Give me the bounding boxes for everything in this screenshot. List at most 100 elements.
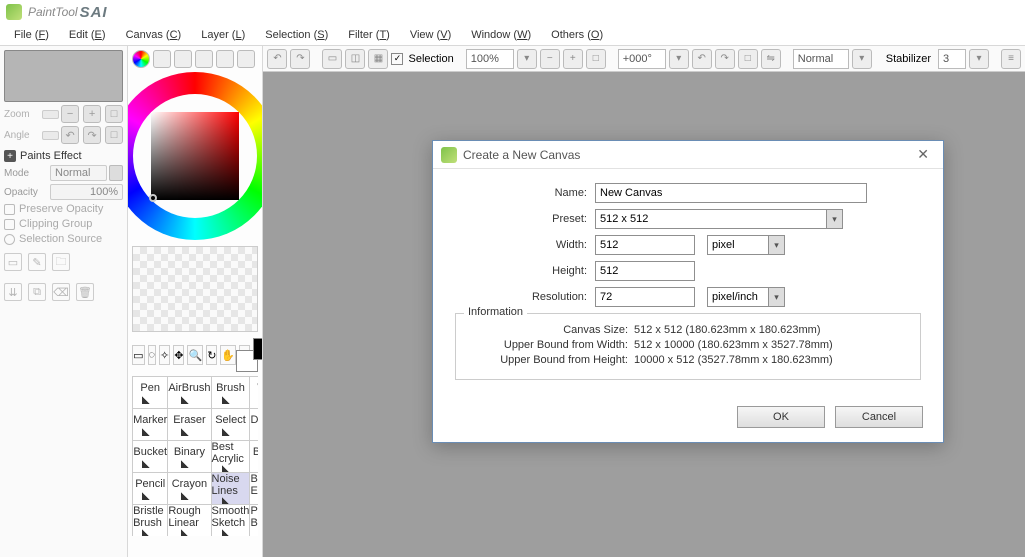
- rot-dropdown-icon[interactable]: ▾: [669, 49, 689, 69]
- angle-cw-button[interactable]: ↷: [83, 126, 101, 144]
- scratchpad-panel[interactable]: [132, 246, 258, 332]
- resolution-input[interactable]: [595, 287, 695, 307]
- new-linework-icon[interactable]: ✎: [28, 253, 46, 271]
- size-unit-select[interactable]: pixel: [707, 235, 769, 255]
- clipping-group-check[interactable]: Clipping Group: [4, 218, 123, 230]
- color-wheel-mode-icon[interactable]: [132, 50, 150, 68]
- swatches-icon[interactable]: [216, 50, 234, 68]
- brush-pencil[interactable]: Pencil: [133, 473, 168, 505]
- res-unit-dropdown-icon[interactable]: [769, 287, 785, 307]
- mode-dropdown-icon[interactable]: [109, 165, 123, 181]
- menu-window[interactable]: Window (W): [461, 26, 541, 44]
- gray-slider-icon[interactable]: [195, 50, 213, 68]
- clear-layer-icon[interactable]: ⌫: [52, 283, 70, 301]
- rot-reset-button[interactable]: □: [738, 49, 758, 69]
- rect-select-icon[interactable]: ▭: [132, 345, 144, 365]
- blend-field[interactable]: Normal: [793, 49, 849, 69]
- cancel-button[interactable]: Cancel: [835, 406, 923, 428]
- ok-button[interactable]: OK: [737, 406, 825, 428]
- preset-dropdown-icon[interactable]: [827, 209, 843, 229]
- brush-brush[interactable]: Brush: [212, 377, 251, 409]
- hand-icon[interactable]: ✋: [220, 345, 236, 365]
- menu-view[interactable]: View (V): [400, 26, 461, 44]
- angle-ccw-button[interactable]: ↶: [61, 126, 79, 144]
- preserve-opacity-check[interactable]: Preserve Opacity: [4, 203, 123, 215]
- rgb-sliders-icon[interactable]: [153, 50, 171, 68]
- transfer-down-icon[interactable]: ⇊: [4, 283, 22, 301]
- showsel-button[interactable]: ▦: [368, 49, 388, 69]
- zoom-dropdown-icon[interactable]: ▾: [517, 49, 537, 69]
- zoom-in-top-button[interactable]: +: [563, 49, 583, 69]
- redo-button[interactable]: ↷: [290, 49, 310, 69]
- brush-bucket[interactable]: Bucket: [133, 441, 168, 473]
- brush-bristle-brush[interactable]: Bristle Brush: [133, 505, 168, 536]
- brush-water[interactable]: Water: [250, 377, 258, 409]
- zoom-icon[interactable]: 🔍: [187, 345, 203, 365]
- brush-airbrush[interactable]: AirBrush: [168, 377, 211, 409]
- color-swatches[interactable]: [253, 338, 258, 372]
- brush-blender[interactable]: Blender: [250, 441, 258, 473]
- extra-button[interactable]: ≡: [1001, 49, 1021, 69]
- flip-h-button[interactable]: ⇋: [761, 49, 781, 69]
- brush-binary[interactable]: Binary: [168, 441, 211, 473]
- menu-filter[interactable]: Filter (T): [338, 26, 400, 44]
- scratchpad-icon[interactable]: [237, 50, 255, 68]
- name-input[interactable]: [595, 183, 867, 203]
- hsv-sliders-icon[interactable]: [174, 50, 192, 68]
- navigator-preview[interactable]: [4, 50, 123, 102]
- primary-color-swatch[interactable]: [253, 338, 263, 360]
- brush-marker[interactable]: Marker: [133, 409, 168, 441]
- brush-eraser[interactable]: Eraser: [168, 409, 211, 441]
- zoom-slider[interactable]: [42, 110, 59, 119]
- blend-dropdown-icon[interactable]: ▾: [852, 49, 872, 69]
- brush-best-acrylic[interactable]: Best Acrylic: [212, 441, 251, 473]
- color-wheel[interactable]: [128, 72, 263, 240]
- menu-layer[interactable]: Layer (L): [191, 26, 255, 44]
- rot-cw-button[interactable]: ↷: [715, 49, 735, 69]
- rotate-icon[interactable]: ↻: [206, 345, 217, 365]
- new-layer-icon[interactable]: ▭: [4, 253, 22, 271]
- menu-others[interactable]: Others (O): [541, 26, 613, 44]
- new-folder-icon[interactable]: 🗀: [52, 253, 70, 271]
- brush-noise-lines[interactable]: Noise Lines: [212, 473, 251, 505]
- brush-smooth-sketch[interactable]: Smooth Sketch: [212, 505, 251, 536]
- brush-crayon[interactable]: Crayon: [168, 473, 211, 505]
- stabilizer-dropdown-icon[interactable]: ▾: [969, 49, 989, 69]
- stabilizer-field[interactable]: 3: [938, 49, 966, 69]
- deselect-button[interactable]: ▭: [322, 49, 342, 69]
- menu-edit[interactable]: Edit (E): [59, 26, 116, 44]
- close-icon[interactable]: ✕: [911, 146, 935, 163]
- menu-canvas[interactable]: Canvas (C): [116, 26, 192, 44]
- delete-layer-icon[interactable]: 🗑: [76, 283, 94, 301]
- opacity-field[interactable]: 100%: [50, 184, 123, 200]
- menu-file[interactable]: File (F): [4, 26, 59, 44]
- lasso-icon[interactable]: ◌: [148, 345, 157, 365]
- mode-select[interactable]: Normal: [50, 165, 107, 181]
- size-unit-dropdown-icon[interactable]: [769, 235, 785, 255]
- height-input[interactable]: [595, 261, 695, 281]
- angle-reset-button[interactable]: □: [105, 126, 123, 144]
- magic-wand-icon[interactable]: ✧: [159, 345, 170, 365]
- res-unit-select[interactable]: pixel/inch: [707, 287, 769, 307]
- menu-selection[interactable]: Selection (S): [255, 26, 338, 44]
- invert-button[interactable]: ◫: [345, 49, 365, 69]
- brush-deselect[interactable]: Deselect: [250, 409, 258, 441]
- rotation-field[interactable]: +000°: [618, 49, 666, 69]
- brush-pencil-brush[interactable]: Pencil Brush: [250, 505, 258, 536]
- undo-button[interactable]: ↶: [267, 49, 287, 69]
- angle-slider[interactable]: [42, 131, 59, 140]
- zoom-reset-button[interactable]: □: [105, 105, 123, 123]
- brush-rough-linear[interactable]: Rough Linear: [168, 505, 211, 536]
- move-icon[interactable]: ✥: [173, 345, 184, 365]
- selection-checkbox[interactable]: ✓: [391, 53, 403, 65]
- zoom-fit-button[interactable]: □: [586, 49, 606, 69]
- brush-pen[interactable]: Pen: [133, 377, 168, 409]
- zoom-out-button[interactable]: −: [61, 105, 79, 123]
- preset-select[interactable]: 512 x 512: [595, 209, 827, 229]
- zoom-field[interactable]: 100%: [466, 49, 514, 69]
- brush-binary-eraser[interactable]: Binary Eraser: [250, 473, 258, 505]
- selection-source-radio[interactable]: Selection Source: [4, 233, 123, 245]
- merge-down-icon[interactable]: ⧉: [28, 283, 46, 301]
- zoom-in-button[interactable]: +: [83, 105, 101, 123]
- paints-effect-header[interactable]: + Paints Effect: [4, 150, 123, 162]
